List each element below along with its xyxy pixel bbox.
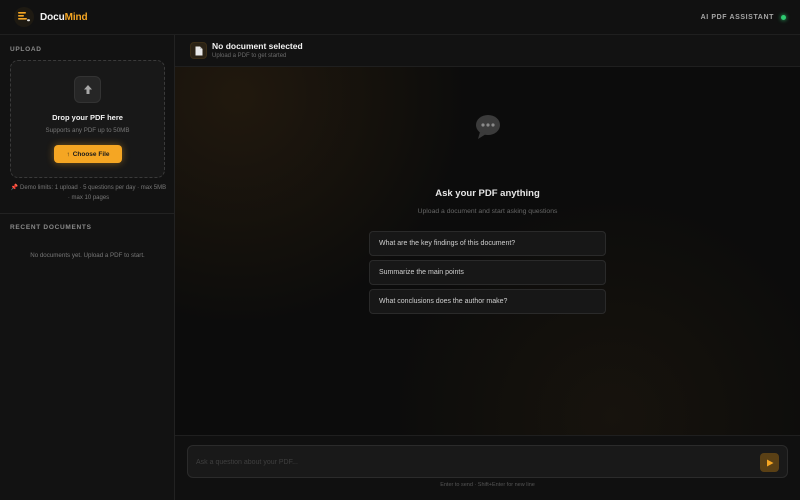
arrow-up-icon bbox=[74, 76, 101, 103]
send-icon bbox=[766, 459, 773, 466]
speech-bubble-icon bbox=[473, 113, 503, 146]
document-header: No document selected Upload a PDF to get… bbox=[175, 35, 800, 67]
document-subtitle: Upload a PDF to get started bbox=[212, 53, 287, 59]
send-button[interactable] bbox=[760, 453, 779, 472]
upload-section-title: UPLOAD bbox=[10, 46, 42, 53]
online-status-dot bbox=[781, 14, 786, 20]
sidebar: UPLOAD Drop your PDF here Supports any P… bbox=[0, 35, 175, 500]
chat-area: Ask your PDF anything Upload a document … bbox=[175, 67, 800, 435]
assistant-label: AI PDF ASSISTANT bbox=[700, 13, 774, 21]
composer: Enter to send · Shift+Enter for new line bbox=[175, 435, 800, 500]
document-icon bbox=[190, 42, 207, 59]
question-input-box[interactable] bbox=[187, 445, 788, 478]
demo-limits-text: Demo limits: 1 upload · 5 questions per … bbox=[20, 185, 167, 201]
suggestion-summarize[interactable]: Summarize the main points bbox=[369, 260, 606, 285]
drop-title: Drop your PDF here bbox=[52, 113, 123, 122]
logo-icon bbox=[14, 7, 34, 27]
pdf-dropzone[interactable]: Drop your PDF here Supports any PDF up t… bbox=[10, 60, 165, 178]
assistant-status: AI PDF ASSISTANT bbox=[701, 14, 786, 21]
top-bar: DocuMind AI PDF ASSISTANT bbox=[0, 0, 800, 35]
brand[interactable]: DocuMind bbox=[14, 7, 88, 27]
demo-limits: 📌 Demo limits: 1 upload · 5 questions pe… bbox=[10, 184, 167, 203]
main-panel: No document selected Upload a PDF to get… bbox=[175, 35, 800, 500]
sidebar-divider bbox=[0, 213, 175, 214]
app-name: DocuMind bbox=[40, 11, 88, 23]
upload-arrow-icon: ↑ bbox=[66, 150, 70, 158]
choose-file-label: Choose File bbox=[72, 150, 110, 158]
empty-state-title: Ask your PDF anything bbox=[435, 188, 540, 199]
choose-file-button[interactable]: ↑ Choose File bbox=[54, 145, 122, 163]
empty-state-subtitle: Upload a document and start asking quest… bbox=[417, 208, 558, 215]
empty-recent-documents: No documents yet. Upload a PDF to start. bbox=[30, 252, 145, 259]
suggestion-key-findings[interactable]: What are the key findings of this docume… bbox=[369, 231, 606, 256]
document-title: No document selected bbox=[212, 41, 303, 51]
question-input[interactable] bbox=[196, 455, 736, 469]
recent-documents-title: RECENT DOCUMENTS bbox=[10, 224, 92, 231]
suggestion-conclusions[interactable]: What conclusions does the author make? bbox=[369, 289, 606, 314]
composer-hint: Enter to send · Shift+Enter for new line bbox=[440, 482, 535, 488]
pin-icon: 📌 bbox=[10, 185, 19, 191]
drop-subtitle: Supports any PDF up to 50MB bbox=[45, 127, 130, 134]
